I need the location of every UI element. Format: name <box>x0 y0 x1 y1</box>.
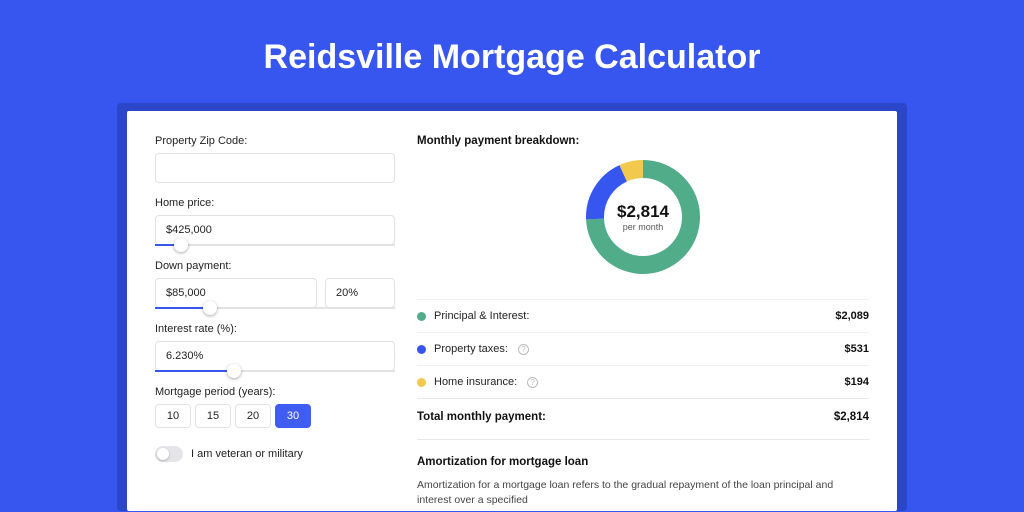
zip-group: Property Zip Code: <box>155 135 395 183</box>
down-pct-input[interactable] <box>325 278 395 308</box>
legend-row-pi: Principal & Interest: $2,089 <box>417 299 869 332</box>
zip-label: Property Zip Code: <box>155 135 395 147</box>
legend-val-ins: $194 <box>845 376 869 388</box>
total-label: Total monthly payment: <box>417 411 546 423</box>
rate-slider-thumb[interactable] <box>227 364 241 378</box>
amort-title: Amortization for mortgage loan <box>417 456 869 468</box>
dot-green-icon <box>417 312 426 321</box>
price-label: Home price: <box>155 197 395 209</box>
period-btn-10[interactable]: 10 <box>155 404 191 428</box>
donut-center: $2,814 per month <box>583 157 703 277</box>
period-btn-20[interactable]: 20 <box>235 404 271 428</box>
amortization-section: Amortization for mortgage loan Amortizat… <box>417 439 869 507</box>
donut-chart-wrap: $2,814 per month <box>417 157 869 277</box>
period-btn-15[interactable]: 15 <box>195 404 231 428</box>
breakdown-column: Monthly payment breakdown: $2,814 per mo… <box>417 135 869 511</box>
period-label: Mortgage period (years): <box>155 386 395 398</box>
panel-shadow: Property Zip Code: Home price: Down paym… <box>117 103 907 511</box>
legend-row-tax: Property taxes: ? $531 <box>417 332 869 365</box>
price-slider[interactable] <box>155 244 395 246</box>
period-buttons: 10 15 20 30 <box>155 404 395 428</box>
period-group: Mortgage period (years): 10 15 20 30 <box>155 386 395 428</box>
dot-yellow-icon <box>417 378 426 387</box>
info-icon[interactable]: ? <box>518 344 529 355</box>
total-row: Total monthly payment: $2,814 <box>417 398 869 439</box>
legend-row-ins: Home insurance: ? $194 <box>417 365 869 398</box>
down-group: Down payment: <box>155 260 395 309</box>
rate-input[interactable] <box>155 341 395 371</box>
breakdown-title: Monthly payment breakdown: <box>417 135 869 147</box>
total-value: $2,814 <box>834 411 869 423</box>
veteran-row: I am veteran or military <box>155 446 395 462</box>
donut-chart: $2,814 per month <box>583 157 703 277</box>
legend-val-tax: $531 <box>845 343 869 355</box>
legend-label-ins: Home insurance: <box>434 376 517 388</box>
rate-group: Interest rate (%): <box>155 323 395 372</box>
info-icon[interactable]: ? <box>527 377 538 388</box>
rate-slider[interactable] <box>155 370 395 372</box>
calculator-panel: Property Zip Code: Home price: Down paym… <box>127 111 897 511</box>
form-column: Property Zip Code: Home price: Down paym… <box>155 135 395 511</box>
price-input[interactable] <box>155 215 395 245</box>
down-amount-input[interactable] <box>155 278 317 308</box>
down-slider-thumb[interactable] <box>203 301 217 315</box>
legend-label-tax: Property taxes: <box>434 343 508 355</box>
donut-sub: per month <box>623 222 664 232</box>
page-title: Reidsville Mortgage Calculator <box>0 0 1024 103</box>
dot-blue-icon <box>417 345 426 354</box>
legend-val-pi: $2,089 <box>835 310 869 322</box>
donut-amount: $2,814 <box>617 202 669 222</box>
period-btn-30[interactable]: 30 <box>275 404 311 428</box>
price-group: Home price: <box>155 197 395 246</box>
zip-input[interactable] <box>155 153 395 183</box>
price-slider-thumb[interactable] <box>174 238 188 252</box>
down-label: Down payment: <box>155 260 395 272</box>
veteran-toggle[interactable] <box>155 446 183 462</box>
veteran-label: I am veteran or military <box>191 448 303 460</box>
down-slider[interactable] <box>155 307 395 309</box>
legend-label-pi: Principal & Interest: <box>434 310 529 322</box>
rate-label: Interest rate (%): <box>155 323 395 335</box>
amort-text: Amortization for a mortgage loan refers … <box>417 478 869 507</box>
